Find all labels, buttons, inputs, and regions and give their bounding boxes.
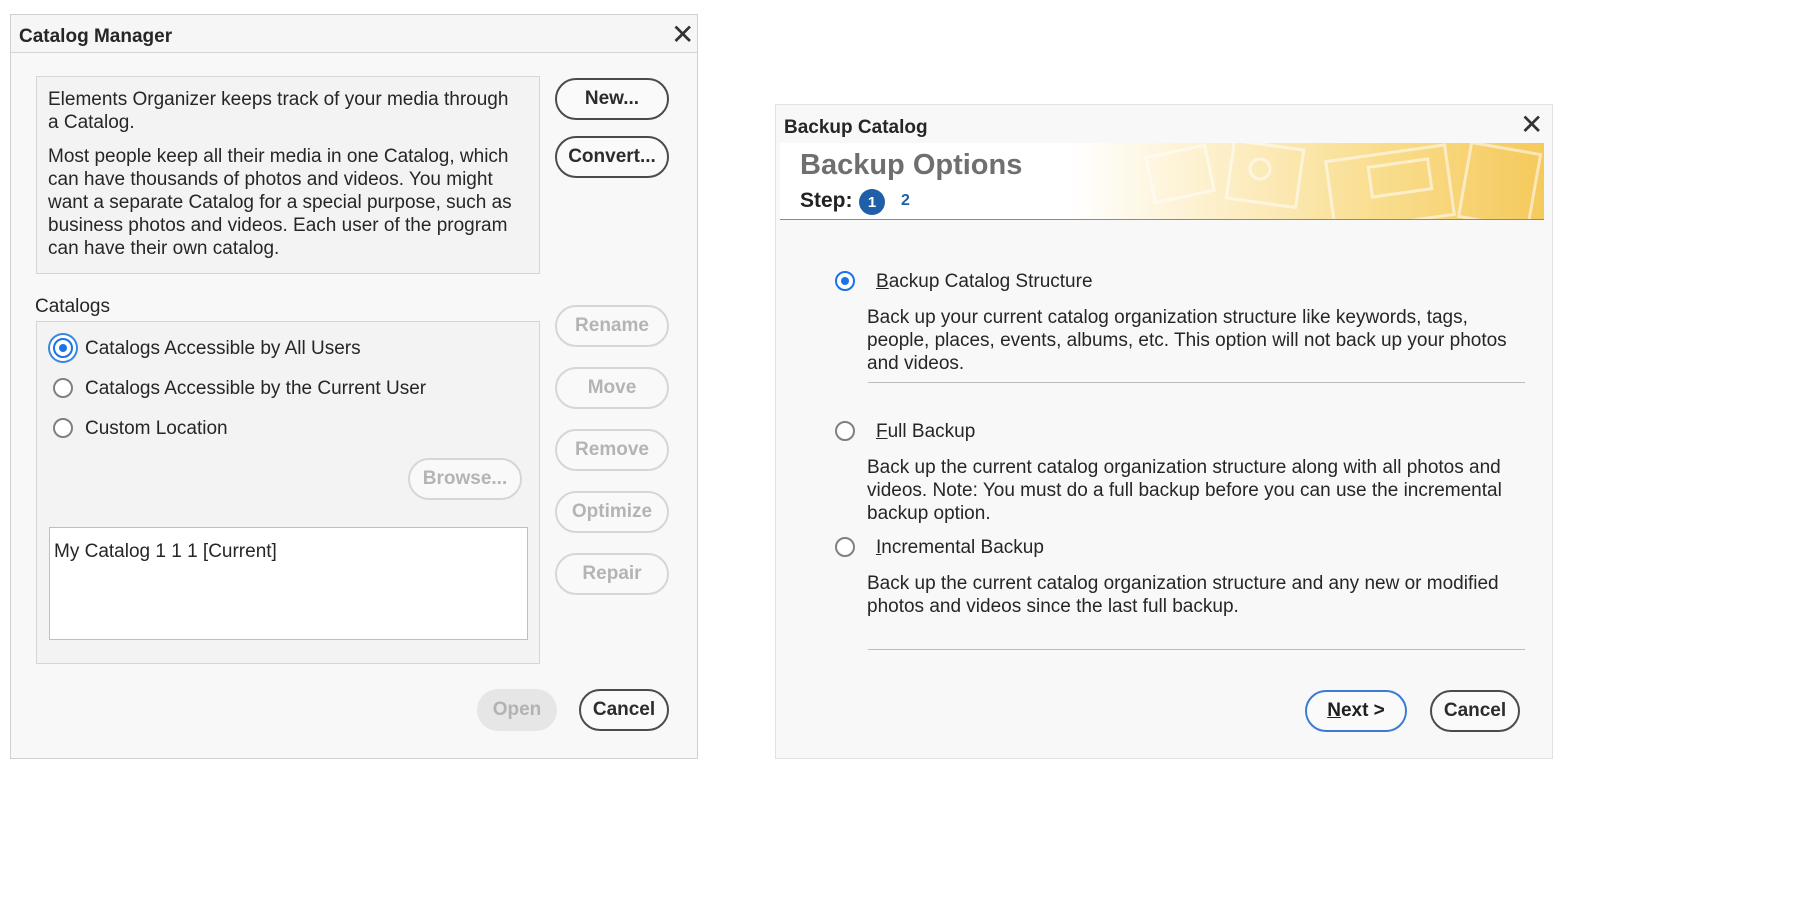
options-header-banner: Backup Options Step: 1 2	[780, 143, 1544, 220]
catalog-manager-titlebar: Catalog Manager ✕	[11, 15, 697, 53]
step-1-badge: 1	[859, 189, 885, 215]
radio-custom-location[interactable]	[53, 418, 73, 438]
step-label: Step:	[800, 189, 853, 212]
header-title: Backup Options	[800, 149, 1023, 181]
option-label-backup-catalog-structure[interactable]: Backup Catalog Structure	[876, 268, 1093, 295]
rename-button[interactable]: Rename	[555, 305, 669, 347]
catalogs-panel: Catalogs Accessible by All Users Catalog…	[36, 321, 540, 664]
optimize-button[interactable]: Optimize	[555, 491, 669, 533]
repair-button[interactable]: Repair	[555, 553, 669, 595]
info-paragraph-1: Elements Organizer keeps track of your m…	[48, 89, 509, 133]
option-label-incremental-backup[interactable]: Incremental Backup	[876, 534, 1044, 561]
move-button[interactable]: Move	[555, 367, 669, 409]
close-icon[interactable]: ✕	[671, 21, 694, 49]
radio-current-user[interactable]	[53, 378, 73, 398]
radio-all-users[interactable]	[53, 338, 73, 358]
catalogs-label: Catalogs	[35, 296, 110, 317]
open-button[interactable]: Open	[477, 689, 557, 731]
close-icon[interactable]: ✕	[1520, 111, 1543, 139]
radio-incremental-backup[interactable]	[835, 537, 855, 557]
option-label-all-users: Catalogs Accessible by All Users	[85, 338, 361, 359]
backup-catalog-dialog: Backup Catalog ✕ Backup Options Step: 1 …	[775, 104, 1553, 759]
radio-backup-catalog-structure[interactable]	[835, 271, 855, 291]
option-description-full-backup: Back up the current catalog organization…	[867, 457, 1502, 524]
catalog-list-item[interactable]: My Catalog 1 1 1 [Current]	[54, 538, 277, 565]
option-description-backup-catalog-structure: Back up your current catalog organizatio…	[867, 307, 1507, 374]
info-paragraph-2: Most people keep all their media in one …	[48, 146, 512, 259]
remove-button[interactable]: Remove	[555, 429, 669, 471]
step-1-number: 1	[867, 193, 877, 211]
new-button[interactable]: New...	[555, 78, 669, 120]
divider	[868, 649, 1525, 650]
catalog-list[interactable]: My Catalog 1 1 1 [Current]	[49, 527, 528, 640]
step-2-number: 2	[901, 192, 910, 209]
next-button[interactable]: Next >	[1305, 690, 1407, 732]
radio-full-backup[interactable]	[835, 421, 855, 441]
convert-button[interactable]: Convert...	[555, 136, 669, 178]
catalog-manager-dialog: Catalog Manager ✕ Elements Organizer kee…	[10, 14, 698, 759]
cancel-button[interactable]: Cancel	[579, 689, 669, 731]
cancel-button[interactable]: Cancel	[1430, 690, 1520, 732]
dialog-title: Backup Catalog	[784, 117, 928, 138]
backup-catalog-titlebar: Backup Catalog ✕	[776, 105, 1552, 143]
photos-illustration	[1144, 143, 1543, 219]
dialog-title: Catalog Manager	[19, 26, 173, 47]
browse-button[interactable]: Browse...	[408, 458, 522, 500]
option-label-full-backup[interactable]: Full Backup	[876, 418, 975, 445]
divider	[868, 382, 1525, 383]
option-label-current-user: Catalogs Accessible by the Current User	[85, 378, 427, 399]
info-panel: Elements Organizer keeps track of your m…	[36, 76, 540, 274]
option-description-incremental-backup: Back up the current catalog organization…	[867, 573, 1499, 617]
option-label-custom-location: Custom Location	[85, 418, 228, 439]
